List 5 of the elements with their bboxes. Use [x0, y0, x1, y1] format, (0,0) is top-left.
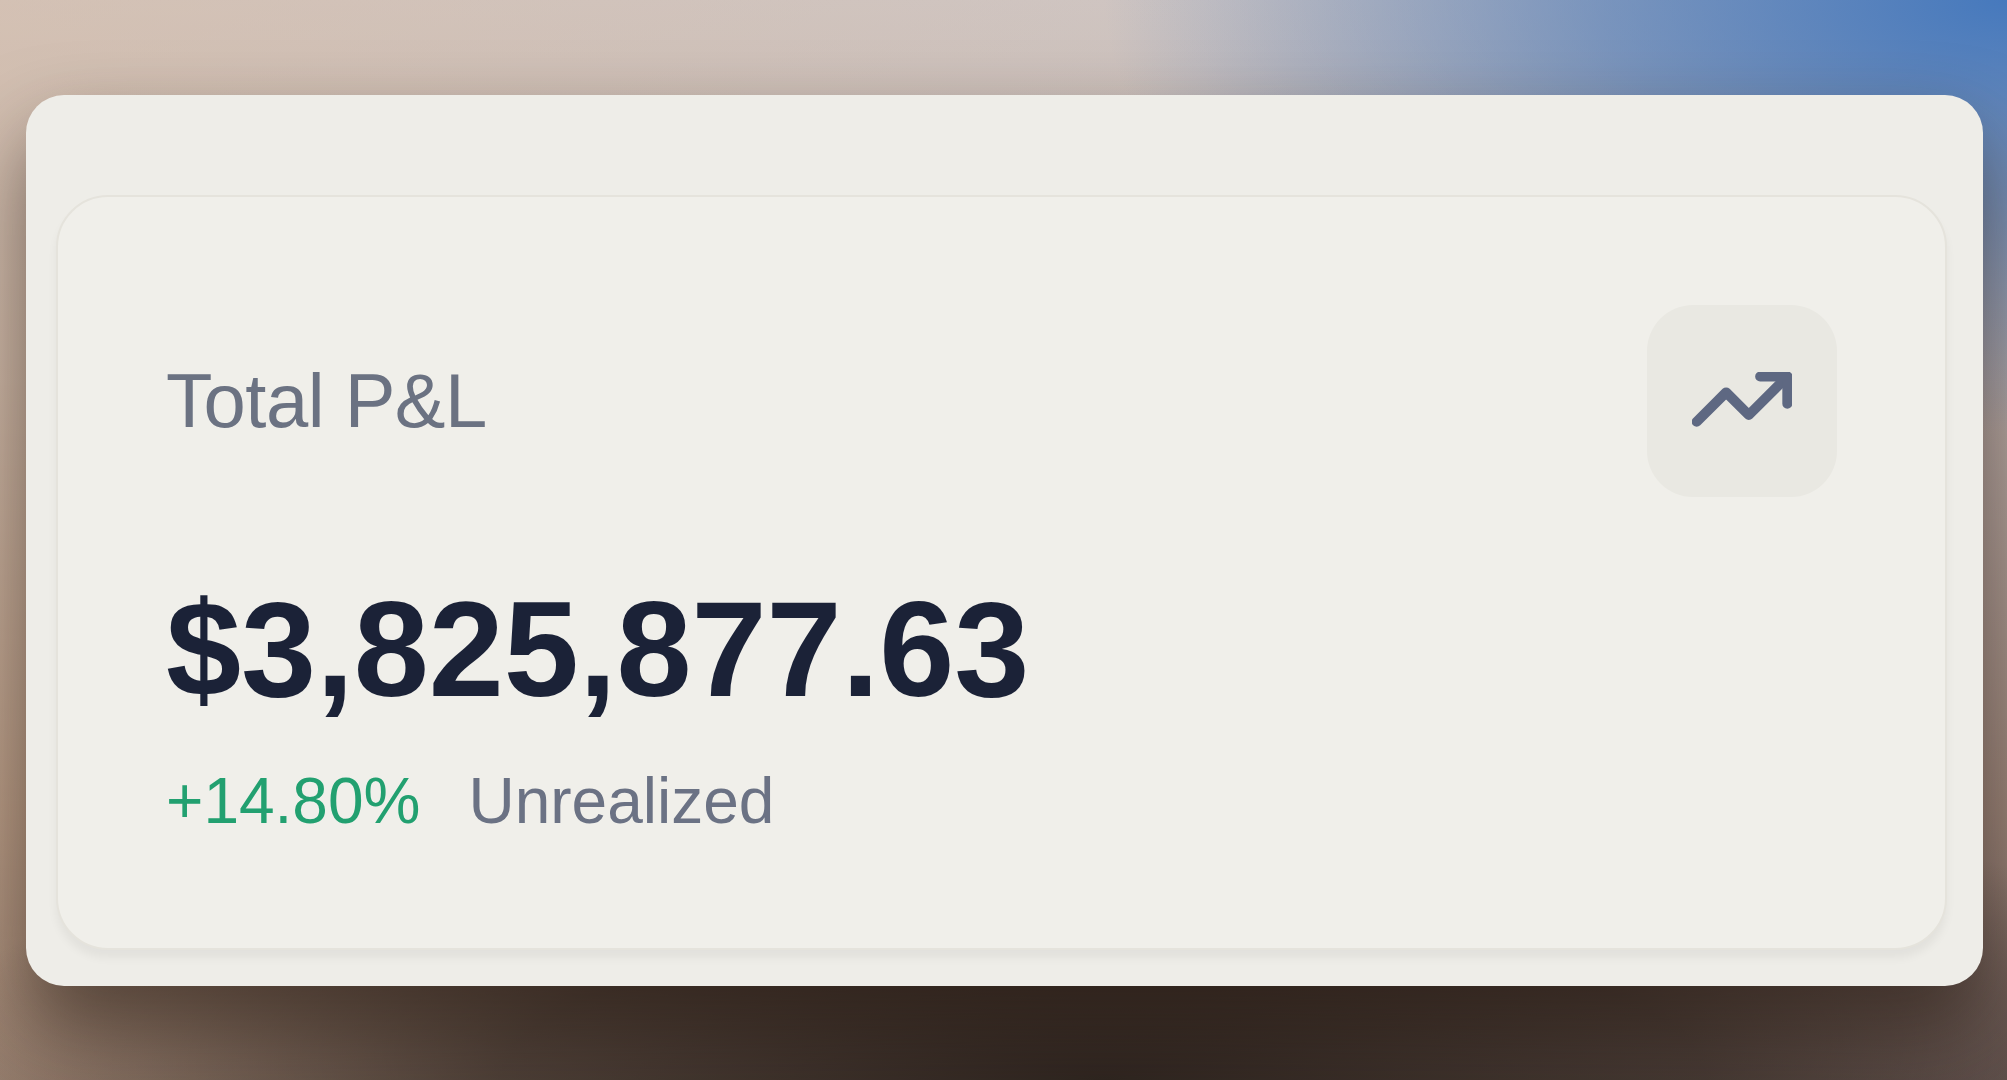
total-amount: $3,825,877.63	[166, 582, 1030, 717]
card-title: Total P&L	[166, 363, 487, 439]
caption-text: Unrealized	[468, 769, 775, 833]
trending-up-icon	[1647, 305, 1837, 497]
change-percent: +14.80%	[166, 769, 421, 833]
